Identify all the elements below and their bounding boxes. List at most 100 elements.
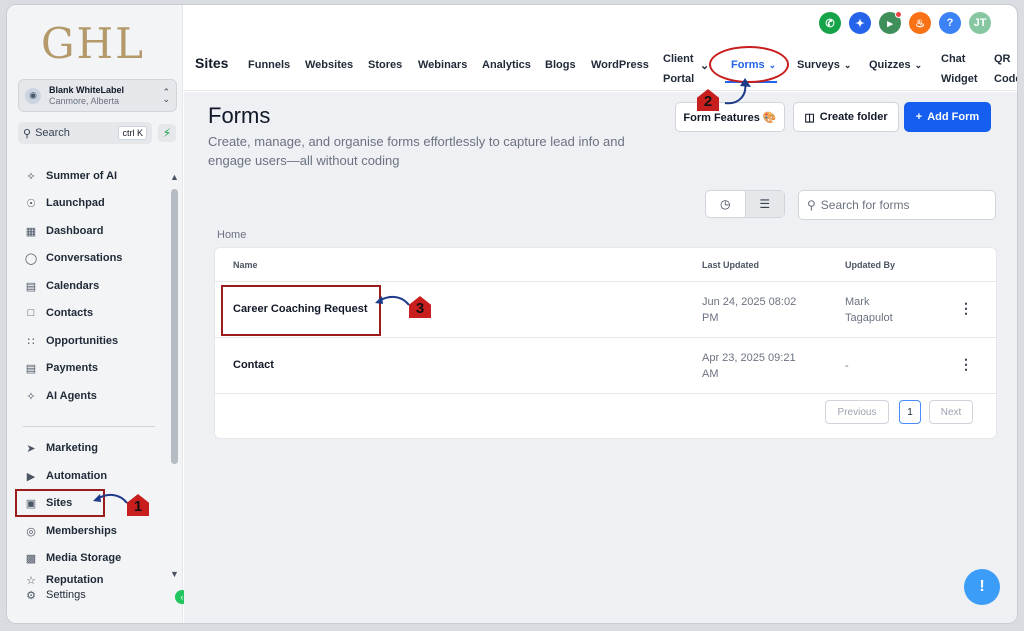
sidebar-scrollbar-thumb[interactable] xyxy=(171,189,178,464)
account-switcher[interactable]: ◉ Blank WhiteLabel Canmore, Alberta ⌃ ⌄ xyxy=(18,79,177,112)
tab-qr-code-label-2: Code xyxy=(994,73,1017,85)
page-number-button[interactable]: 1 xyxy=(899,400,921,424)
chevron-down-icon[interactable]: ⌄ xyxy=(700,59,709,72)
form-last-updated-line1: Jun 24, 2025 08:02 xyxy=(702,296,797,308)
tab-chat-widget[interactable]: Chat Widget xyxy=(941,49,978,89)
sidebar: GHL ◉ Blank WhiteLabel Canmore, Alberta … xyxy=(7,5,183,623)
tab-qr-code-label-1: QR xyxy=(994,53,1011,65)
form-name[interactable]: Contact xyxy=(233,359,274,371)
tab-websites[interactable]: Websites xyxy=(305,59,353,71)
account-name: Blank WhiteLabel xyxy=(49,84,125,95)
help-icon[interactable]: ? xyxy=(939,12,961,34)
chevron-updown-icon: ⌃ ⌄ xyxy=(162,86,170,104)
search-icon: ⚲ xyxy=(807,198,816,212)
bell-icon[interactable]: ♨ xyxy=(909,12,931,34)
tab-analytics[interactable]: Analytics xyxy=(482,59,531,71)
tab-chat-widget-label-1: Chat xyxy=(941,53,966,65)
create-folder-label: Create folder xyxy=(819,111,888,123)
column-header-updated-by[interactable]: Updated By xyxy=(845,260,895,270)
sidebar-item-automation[interactable]: ▶ Automation xyxy=(23,464,107,488)
sidebar-item-contacts[interactable]: □ Contacts xyxy=(23,301,93,325)
scroll-up-icon[interactable]: ▲ xyxy=(170,172,179,182)
tab-qr-code[interactable]: QR Code xyxy=(994,49,1017,89)
tab-funnels[interactable]: Funnels xyxy=(248,59,290,71)
more-options-icon[interactable]: ⋮ xyxy=(959,356,973,373)
account-location: Canmore, Alberta xyxy=(49,95,120,106)
sidebar-item-summer-of-ai[interactable]: ✧ Summer of AI xyxy=(23,164,117,188)
chat-icon: ◯ xyxy=(24,252,38,265)
add-form-label: Add Form xyxy=(927,111,980,123)
form-last-updated-line2: PM xyxy=(702,312,719,324)
image-icon: ▩ xyxy=(25,552,37,565)
add-form-button[interactable]: + Add Form xyxy=(904,102,991,132)
previous-page-button[interactable]: Previous xyxy=(825,400,889,424)
search-icon: ⚲ xyxy=(23,127,32,140)
sidebar-item-settings[interactable]: ⚙︎ Settings xyxy=(23,583,86,607)
clock-icon[interactable]: ◷ xyxy=(706,191,745,217)
main-content: Forms Create, manage, and organise forms… xyxy=(184,92,1017,623)
tools-icon[interactable]: ✦ xyxy=(849,12,871,34)
sidebar-item-calendars[interactable]: ▤ Calendars xyxy=(23,274,99,298)
user-avatar[interactable]: JT xyxy=(969,12,991,34)
sidebar-item-label: Media Storage xyxy=(46,552,122,564)
sidebar-item-opportunities[interactable]: ∷ Opportunities xyxy=(23,329,119,353)
page-title: Forms xyxy=(208,103,271,128)
opportunities-icon: ∷ xyxy=(27,335,35,348)
sidebar-divider xyxy=(23,426,155,427)
tab-quizzes-label: Quizzes xyxy=(869,59,911,71)
table-row[interactable]: Contact Apr 23, 2025 09:21 AM - ⋮ xyxy=(215,338,996,394)
create-folder-button[interactable]: ◫ Create folder xyxy=(793,102,899,132)
sidebar-item-label: Automation xyxy=(46,470,108,482)
payments-icon: ▤ xyxy=(25,362,37,375)
automation-icon: ▶ xyxy=(26,470,36,483)
search-forms-field[interactable]: ⚲ xyxy=(798,190,996,220)
sidebar-item-label: Dashboard xyxy=(46,225,104,237)
sidebar-item-launchpad[interactable]: ☉ Launchpad xyxy=(23,191,105,215)
chevron-down-icon: ⌄ xyxy=(914,60,923,70)
search-forms-input[interactable] xyxy=(820,198,986,212)
sidebar-item-label: Calendars xyxy=(46,280,100,292)
next-page-button[interactable]: Next xyxy=(929,400,973,424)
column-header-last-updated[interactable]: Last Updated xyxy=(702,260,759,270)
view-toggle: ◷ ☰ xyxy=(705,190,785,218)
sidebar-item-payments[interactable]: ▤ Payments xyxy=(23,356,98,380)
support-chat-button[interactable]: ! xyxy=(964,569,1000,605)
sparkle-icon: ✧ xyxy=(26,170,36,183)
sidebar-item-label: Memberships xyxy=(46,525,117,537)
quick-action-bolt-icon[interactable]: ⚡︎ xyxy=(158,124,176,142)
tab-blogs[interactable]: Blogs xyxy=(545,59,576,71)
sidebar-item-label: Payments xyxy=(46,362,98,374)
sidebar-item-media-storage[interactable]: ▩ Media Storage xyxy=(23,546,121,570)
table-row[interactable]: Career Coaching Request Jun 24, 2025 08:… xyxy=(215,282,996,338)
sidebar-search[interactable]: ⚲ Search ctrl K xyxy=(18,122,152,144)
phone-icon[interactable]: ✆ xyxy=(819,12,841,34)
list-view-icon[interactable]: ☰ xyxy=(744,191,784,217)
sidebar-item-memberships[interactable]: ◎ Memberships xyxy=(23,519,117,543)
tab-surveys-label: Surveys xyxy=(797,59,840,71)
tab-quizzes[interactable]: Quizzes ⌄ xyxy=(869,59,922,71)
form-updated-by: Mark Tagapulot xyxy=(845,294,925,326)
sidebar-item-conversations[interactable]: ◯ Conversations xyxy=(23,246,123,270)
megaphone-icon[interactable]: ▸ xyxy=(879,11,902,34)
tab-wordpress[interactable]: WordPress xyxy=(591,59,649,71)
rocket-icon: ☉ xyxy=(26,197,36,210)
column-header-name[interactable]: Name xyxy=(233,260,258,270)
tab-client-portal[interactable]: Client Portal xyxy=(663,49,694,89)
breadcrumb[interactable]: Home xyxy=(217,229,246,241)
plus-icon: + xyxy=(915,111,923,123)
sidebar-item-label: AI Agents xyxy=(46,390,97,402)
sidebar-item-label: Conversations xyxy=(46,252,123,264)
sidebar-item-ai-agents[interactable]: ✧ AI Agents xyxy=(23,384,97,408)
sidebar-item-marketing[interactable]: ➤ Marketing xyxy=(23,436,98,460)
header-actions: ✆ ✦ ▸ ♨ ? JT xyxy=(819,11,991,34)
tab-surveys[interactable]: Surveys ⌄ xyxy=(797,59,851,71)
tab-webinars[interactable]: Webinars xyxy=(418,59,467,71)
scroll-down-icon[interactable]: ▼ xyxy=(170,569,179,579)
sidebar-item-label: Settings xyxy=(46,589,86,601)
folder-plus-icon: ◫ xyxy=(804,111,815,124)
sidebar-item-dashboard[interactable]: ▦ Dashboard xyxy=(23,219,104,243)
tab-stores[interactable]: Stores xyxy=(368,59,402,71)
form-updated-by-line2: Tagapulot xyxy=(845,312,893,324)
gear-icon: ⚙︎ xyxy=(26,589,36,602)
more-options-icon[interactable]: ⋮ xyxy=(959,300,973,317)
